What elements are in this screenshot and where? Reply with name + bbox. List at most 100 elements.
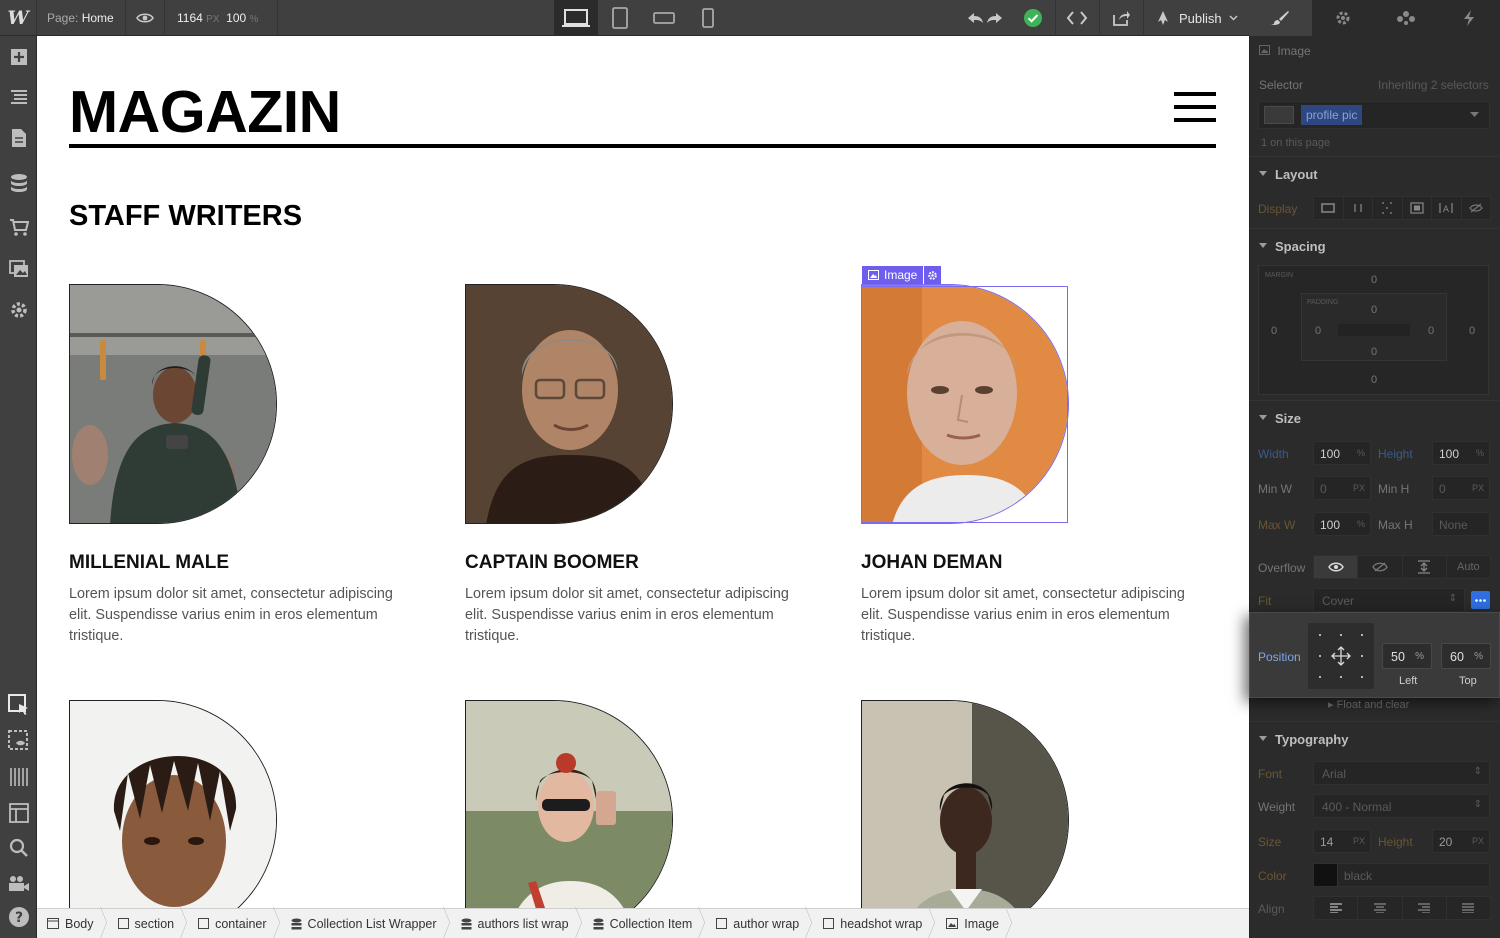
margin-right-value[interactable]: 0	[1469, 325, 1475, 337]
min-height-input[interactable]: 0 PX	[1432, 476, 1490, 500]
class-chip[interactable]: profile pic	[1301, 105, 1363, 125]
page-selector[interactable]: Page: Home	[47, 11, 114, 25]
style-brush-icon[interactable]	[1249, 0, 1312, 36]
spacing-section-header[interactable]: Spacing	[1249, 228, 1500, 262]
mobile-landscape-breakpoint-icon[interactable]	[642, 0, 686, 36]
publish-button[interactable]: Publish	[1150, 0, 1246, 36]
font-size-input[interactable]: 14 PX	[1313, 829, 1371, 853]
code-export-icon[interactable]	[1058, 0, 1096, 36]
inheriting-selectors-link[interactable]: Inheriting 2 selectors	[1378, 78, 1489, 92]
headshot-image[interactable]	[69, 284, 277, 524]
headshot-image[interactable]	[465, 284, 673, 524]
align-left-icon[interactable]	[1314, 897, 1359, 919]
tablet-breakpoint-icon[interactable]	[598, 0, 642, 36]
breadcrumb-section[interactable]: section	[108, 909, 189, 938]
position-top-input[interactable]: 60%	[1441, 643, 1491, 669]
line-height-input[interactable]: 20 PX	[1432, 829, 1490, 853]
design-canvas[interactable]: MAGAZIN STAFF WRITERS MILLENIAL MALE Lor…	[37, 36, 1249, 908]
padding-right-value[interactable]: 0	[1428, 325, 1434, 337]
display-grid-icon[interactable]	[1373, 197, 1403, 219]
display-inline-block-icon[interactable]	[1403, 197, 1432, 219]
width-input[interactable]: 100 %	[1313, 441, 1371, 465]
breadcrumb-headshot-wrap[interactable]: headshot wrap	[813, 909, 936, 938]
breadcrumb-collection-list-wrapper[interactable]: Collection List Wrapper	[281, 909, 451, 938]
writer-name[interactable]: JOHAN DEMAN	[861, 552, 1002, 574]
align-right-icon[interactable]	[1403, 897, 1447, 919]
align-justify-icon[interactable]	[1447, 897, 1490, 919]
site-settings-gear-icon[interactable]	[0, 295, 37, 325]
margin-left-value[interactable]: 0	[1271, 325, 1277, 337]
display-block-icon[interactable]	[1314, 197, 1344, 219]
padding-top-value[interactable]: 0	[1371, 304, 1377, 316]
webflow-logo[interactable]: W	[0, 0, 37, 36]
position-anchor-grid[interactable]	[1308, 623, 1374, 689]
typography-section-header[interactable]: Typography	[1249, 721, 1500, 755]
padding-bottom-value[interactable]: 0	[1371, 346, 1377, 358]
overflow-hidden-icon[interactable]	[1358, 556, 1403, 578]
selector-state-swatch[interactable]	[1264, 106, 1294, 124]
cms-database-icon[interactable]	[0, 168, 37, 198]
headshot-image[interactable]	[861, 700, 1069, 908]
assets-icon[interactable]	[0, 254, 37, 284]
layout-section-header[interactable]: Layout	[1249, 156, 1500, 190]
overflow-visible-eye-icon[interactable]	[1314, 556, 1359, 578]
writer-name[interactable]: CAPTAIN BOOMER	[465, 552, 639, 574]
size-section-header[interactable]: Size	[1249, 400, 1500, 434]
help-question-icon[interactable]: ?	[0, 902, 37, 932]
padding-left-value[interactable]: 0	[1315, 325, 1321, 337]
max-width-input[interactable]: 100 %	[1313, 512, 1371, 536]
headshot-image[interactable]	[69, 700, 277, 908]
pages-icon[interactable]	[0, 123, 37, 153]
breadcrumb-authors-list-wrap[interactable]: authors list wrap	[451, 909, 583, 938]
color-input[interactable]: black	[1313, 863, 1490, 887]
mobile-portrait-breakpoint-icon[interactable]	[686, 0, 730, 36]
ecommerce-cart-icon[interactable]	[0, 212, 37, 242]
breadcrumb-image[interactable]: Image	[936, 909, 1013, 938]
hamburger-menu-icon[interactable]	[1174, 92, 1216, 124]
site-brand-logo[interactable]: MAGAZIN	[69, 78, 341, 146]
selected-element-label[interactable]: Image	[862, 266, 942, 284]
breadcrumb-body[interactable]: Body	[37, 909, 108, 938]
breadcrumb-author-wrap[interactable]: author wrap	[706, 909, 813, 938]
element-settings-gear-icon[interactable]	[924, 266, 942, 284]
video-tutorials-icon[interactable]	[0, 868, 37, 898]
fit-select[interactable]: Cover ⇕	[1313, 588, 1465, 612]
preview-eye-icon[interactable]	[128, 0, 162, 36]
align-center-icon[interactable]	[1358, 897, 1403, 919]
published-check-icon[interactable]	[1018, 0, 1048, 36]
font-select[interactable]: Arial ⇕	[1313, 761, 1490, 785]
more-options-icon[interactable]	[1471, 591, 1490, 609]
canvas-size-readout[interactable]: 1164 PX 100 %	[177, 11, 258, 25]
selector-field[interactable]: profile pic	[1258, 101, 1490, 129]
margin-top-value[interactable]: 0	[1371, 274, 1377, 286]
display-flex-icon[interactable]	[1344, 197, 1373, 219]
position-left-input[interactable]: 50%	[1382, 643, 1432, 669]
search-icon[interactable]	[0, 833, 37, 863]
select-cursor-icon[interactable]	[0, 690, 37, 720]
breadcrumb-collection-item[interactable]: Collection Item	[583, 909, 707, 938]
writer-name[interactable]: MILLENIAL MALE	[69, 552, 229, 574]
layout-preview-icon[interactable]	[0, 798, 37, 828]
desktop-breakpoint-icon[interactable]	[554, 0, 598, 36]
display-none-icon[interactable]	[1462, 197, 1491, 219]
overflow-scroll-icon[interactable]	[1403, 556, 1447, 578]
style-manager-icon[interactable]	[1375, 0, 1438, 36]
display-inline-icon[interactable]: A	[1432, 197, 1462, 219]
preview-selection-icon[interactable]	[0, 726, 37, 756]
chevron-down-icon[interactable]	[1470, 112, 1479, 118]
breadcrumb-container[interactable]: container	[188, 909, 280, 938]
height-input[interactable]: 100 %	[1432, 441, 1490, 465]
add-element-icon[interactable]	[0, 42, 37, 72]
weight-select[interactable]: 400 - Normal ⇕	[1313, 794, 1490, 818]
color-swatch[interactable]	[1314, 864, 1338, 886]
undo-icon[interactable]	[965, 10, 1005, 26]
interactions-bolt-icon[interactable]	[1437, 0, 1500, 36]
navigator-icon[interactable]	[0, 82, 37, 112]
max-height-input[interactable]: None	[1432, 512, 1490, 536]
selected-element-tag[interactable]: Image	[862, 266, 924, 284]
min-width-input[interactable]: 0 PX	[1313, 476, 1371, 500]
float-and-clear-toggle[interactable]: ▸ Float and clear	[1328, 698, 1409, 711]
overflow-auto-option[interactable]: Auto	[1447, 556, 1490, 578]
settings-gear-icon[interactable]	[1312, 0, 1375, 36]
margin-bottom-value[interactable]: 0	[1371, 374, 1377, 386]
